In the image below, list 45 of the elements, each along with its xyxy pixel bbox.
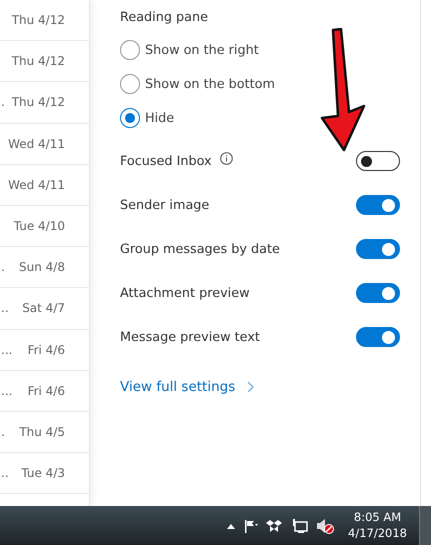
info-icon[interactable] xyxy=(220,152,233,165)
view-settings-link[interactable]: View full settings xyxy=(120,377,254,398)
radio-label: Show on the right xyxy=(145,42,259,60)
message-date: Fri 4/6 xyxy=(28,382,65,400)
message-snippet: .. xyxy=(0,300,9,318)
message-snippet: . xyxy=(0,94,5,112)
radio-button[interactable] xyxy=(120,108,140,128)
toggle-switch[interactable] xyxy=(356,283,400,304)
message-date: Wed 4/11 xyxy=(8,136,65,153)
toggle-switch[interactable] xyxy=(356,327,400,348)
message-date: Thu 4/12 xyxy=(12,53,65,70)
network-icon[interactable] xyxy=(290,518,308,534)
toggle-label: Attachment preview xyxy=(120,284,250,303)
message-snippet: . xyxy=(0,259,5,276)
message-snippet: . xyxy=(0,424,5,441)
message-date: Tue 4/10 xyxy=(14,218,65,236)
message-date: Thu 4/12 xyxy=(12,12,65,30)
section-title: Reading pane xyxy=(120,9,209,27)
message-date: Sat 4/7 xyxy=(22,300,65,318)
message-date: Thu 4/12 xyxy=(12,94,65,112)
radio-label: Show on the bottom xyxy=(145,76,275,94)
toggle-label: Message preview text xyxy=(120,328,260,347)
speaker-muted-icon[interactable] xyxy=(316,518,334,534)
message-snippet: .. xyxy=(0,465,9,482)
message-snippet: ... xyxy=(0,382,12,400)
message-date: Fri 4/6 xyxy=(28,342,65,359)
radio-label: Hide xyxy=(145,110,174,128)
toggle-switch[interactable] xyxy=(356,239,400,260)
box-icon[interactable] xyxy=(266,518,282,534)
clock-time: 8:05 AM xyxy=(354,510,402,526)
clock-date: 4/17/2018 xyxy=(348,526,407,542)
toggle-label: Group messages by date xyxy=(120,240,280,259)
message-date: Thu 4/5 xyxy=(19,424,65,441)
toggle-label: Focused Inbox xyxy=(120,152,212,171)
toggle-switch[interactable] xyxy=(356,151,400,172)
flag-icon[interactable] xyxy=(244,518,258,534)
toggle-switch[interactable] xyxy=(356,195,400,216)
message-date: Tue 4/3 xyxy=(21,465,65,482)
radio-button[interactable] xyxy=(120,40,140,60)
message-date: Wed 4/11 xyxy=(8,176,65,194)
message-snippet: ... xyxy=(0,342,12,359)
toggle-label: Sender image xyxy=(120,196,210,215)
radio-button[interactable] xyxy=(120,74,140,94)
chevron-icon xyxy=(247,381,254,394)
message-date: Sun 4/8 xyxy=(19,259,65,276)
